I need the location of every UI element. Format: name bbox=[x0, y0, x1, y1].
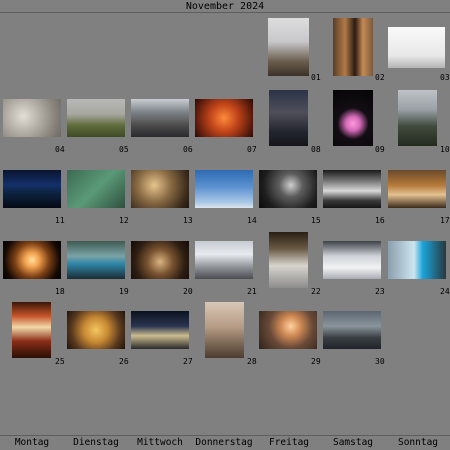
photo-tile[interactable] bbox=[269, 90, 308, 146]
photo-tile[interactable] bbox=[131, 311, 189, 349]
photo-tile[interactable] bbox=[3, 170, 61, 208]
photo-tile[interactable] bbox=[195, 99, 253, 137]
day-number: 05 bbox=[119, 145, 129, 154]
photo-tile[interactable] bbox=[388, 27, 445, 68]
day-number: 26 bbox=[119, 357, 129, 366]
weekday-sunday: Sonntag bbox=[397, 437, 439, 448]
photo-tile[interactable] bbox=[388, 241, 446, 279]
day-number: 03 bbox=[440, 73, 450, 82]
weekday-wednesday: Mittwoch bbox=[137, 437, 183, 448]
photo-tile[interactable] bbox=[259, 170, 317, 208]
photo-tile[interactable] bbox=[67, 170, 125, 208]
photo-tile[interactable] bbox=[131, 241, 189, 279]
day-number: 08 bbox=[311, 145, 321, 154]
photo-tile[interactable] bbox=[333, 18, 373, 76]
photo-tile[interactable] bbox=[3, 241, 61, 279]
day-number: 02 bbox=[375, 73, 385, 82]
photo-tile[interactable] bbox=[67, 311, 125, 349]
photo-tile[interactable] bbox=[67, 99, 125, 137]
day-number: 25 bbox=[55, 357, 65, 366]
day-number: 11 bbox=[55, 216, 65, 225]
photo-tile[interactable] bbox=[259, 311, 317, 349]
photo-tile[interactable] bbox=[398, 90, 437, 146]
weekday-tuesday: Dienstag bbox=[73, 437, 119, 448]
day-number: 22 bbox=[311, 287, 321, 296]
title-divider bbox=[0, 12, 450, 13]
photo-tile[interactable] bbox=[195, 170, 253, 208]
photo-tile[interactable] bbox=[205, 302, 244, 358]
day-number: 16 bbox=[375, 216, 385, 225]
photo-tile[interactable] bbox=[269, 232, 308, 288]
day-number: 07 bbox=[247, 145, 257, 154]
photo-tile[interactable] bbox=[333, 90, 373, 146]
day-number: 10 bbox=[440, 145, 450, 154]
day-number: 17 bbox=[440, 216, 450, 225]
day-number: 30 bbox=[375, 357, 385, 366]
photo-tile[interactable] bbox=[3, 99, 61, 137]
photo-tile[interactable] bbox=[388, 170, 446, 208]
weekday-thursday: Donnerstag bbox=[195, 437, 253, 448]
photo-tile[interactable] bbox=[195, 241, 253, 279]
weekday-header: Montag Dienstag Mittwoch Donnerstag Frei… bbox=[0, 437, 450, 450]
day-number: 12 bbox=[119, 216, 129, 225]
weekday-monday: Montag bbox=[14, 437, 50, 448]
weekday-saturday: Samstag bbox=[332, 437, 374, 448]
day-number: 13 bbox=[183, 216, 193, 225]
day-number: 24 bbox=[440, 287, 450, 296]
photo-tile[interactable] bbox=[67, 241, 125, 279]
day-number: 01 bbox=[311, 73, 321, 82]
day-number: 21 bbox=[247, 287, 257, 296]
day-number: 19 bbox=[119, 287, 129, 296]
day-number: 04 bbox=[55, 145, 65, 154]
photo-tile[interactable] bbox=[131, 99, 189, 137]
photo-tile[interactable] bbox=[12, 302, 51, 358]
day-number: 23 bbox=[375, 287, 385, 296]
photo-tile[interactable] bbox=[268, 18, 309, 76]
day-number: 29 bbox=[311, 357, 321, 366]
day-number: 15 bbox=[311, 216, 321, 225]
weekday-divider bbox=[0, 435, 450, 436]
photo-tile[interactable] bbox=[131, 170, 189, 208]
weekday-friday: Freitag bbox=[268, 437, 310, 448]
day-number: 28 bbox=[247, 357, 257, 366]
day-number: 20 bbox=[183, 287, 193, 296]
day-number: 06 bbox=[183, 145, 193, 154]
day-number: 18 bbox=[55, 287, 65, 296]
photo-tile[interactable] bbox=[323, 311, 381, 349]
photo-tile[interactable] bbox=[323, 241, 381, 279]
day-number: 14 bbox=[247, 216, 257, 225]
photo-tile[interactable] bbox=[323, 170, 381, 208]
day-number: 27 bbox=[183, 357, 193, 366]
day-number: 09 bbox=[375, 145, 385, 154]
